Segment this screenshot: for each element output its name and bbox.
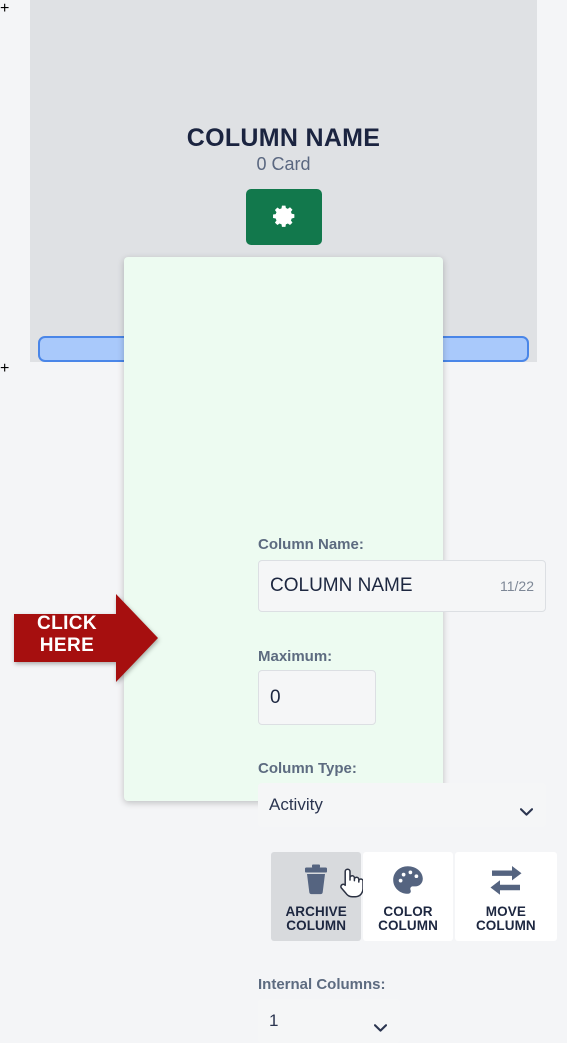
move-column-button[interactable]: MOVE COLUMN — [454, 852, 557, 941]
hand-cursor-icon — [337, 866, 364, 901]
column-name-label: Column Name: — [258, 536, 364, 553]
chevron-down-icon — [519, 801, 534, 816]
archive-column-button[interactable]: ARCHIVE COLUMN — [271, 852, 364, 941]
add-column-left-button[interactable]: + — [0, 0, 29, 360]
color-column-label: COLOR COLUMN — [378, 904, 438, 933]
internal-columns-select[interactable]: 1 — [258, 999, 400, 1043]
column-name-value: COLUMN NAME — [270, 575, 413, 596]
click-here-arrow-icon — [12, 592, 160, 684]
color-column-button[interactable]: COLOR COLUMN — [363, 852, 453, 941]
move-column-label: MOVE COLUMN — [475, 904, 536, 933]
column-name-input[interactable]: COLUMN NAME 11/22 — [258, 560, 546, 612]
column-type-label: Column Type: — [258, 760, 357, 777]
column-name-char-counter: 11/22 — [500, 578, 534, 594]
column-card-count: 0 Card — [256, 154, 311, 174]
maximum-label: Maximum: — [258, 648, 333, 665]
chevron-down-icon — [373, 1017, 388, 1032]
trash-icon — [296, 860, 364, 902]
column-title: COLUMN NAME — [186, 124, 381, 152]
column-settings-button[interactable] — [246, 189, 322, 245]
column-type-select[interactable]: Activity — [258, 783, 546, 827]
internal-columns-value: 1 — [269, 1011, 279, 1030]
internal-columns-label: Internal Columns: — [258, 976, 386, 993]
gear-icon — [269, 201, 299, 234]
palette-icon — [389, 860, 427, 902]
column-actions-row: ARCHIVE COLUMN COLOR COLUMN MOVE COLUMN — [271, 852, 557, 941]
column-type-value: Activity — [269, 795, 323, 814]
column-settings-panel: Column Name: COLUMN NAME 11/22 Maximum: … — [124, 257, 557, 1043]
archive-column-label: ARCHIVE COLUMN — [285, 904, 347, 933]
maximum-input[interactable]: 0 — [258, 670, 376, 725]
plus-icon: + — [0, 360, 10, 377]
plus-icon: + — [0, 0, 10, 17]
move-arrows-icon — [486, 860, 526, 902]
maximum-value: 0 — [270, 686, 281, 708]
